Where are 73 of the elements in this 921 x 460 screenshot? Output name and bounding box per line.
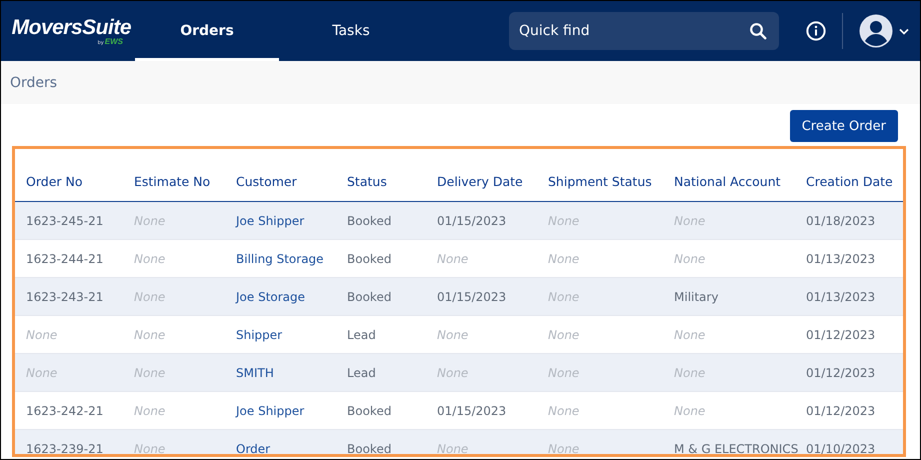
table-cell-text: Military (673, 290, 720, 304)
column-header[interactable]: Order No (15, 174, 123, 188)
table-cell-text: None (547, 442, 580, 454)
table-cell-text: None (547, 328, 580, 342)
table-cell-text: 1623-243-21 (25, 290, 104, 304)
table-cell-text: None (133, 290, 166, 304)
column-header[interactable]: Creation Date (795, 174, 891, 188)
avatar-icon[interactable] (859, 14, 893, 48)
customer-link[interactable]: Shipper (225, 328, 336, 342)
customer-link[interactable]: Joe Shipper (225, 214, 336, 228)
table-cell-text: Booked (346, 404, 392, 418)
table-cell-text: 1623-244-21 (25, 252, 104, 266)
table-cell-text: None (436, 442, 470, 454)
table-cell-text: None (673, 404, 706, 418)
search-icon (749, 22, 767, 40)
breadcrumb: Orders (10, 74, 58, 90)
table-cell-text: Booked (346, 290, 392, 304)
table-cell-text: Booked (346, 442, 392, 454)
search-field[interactable]: Quick find (509, 12, 779, 50)
table-cell-text: 01/15/2023 (436, 214, 508, 228)
table-cell-text: None (547, 290, 580, 304)
table-cell-text: 1623-242-21 (25, 404, 104, 418)
column-header[interactable]: Status (336, 174, 426, 188)
column-header[interactable]: Estimate No (123, 174, 225, 188)
table-cell-text: None (133, 252, 166, 266)
column-header[interactable]: Delivery Date (426, 174, 537, 188)
table-cell-text: 01/13/2023 (805, 252, 876, 266)
table-cell-text: 01/15/2023 (436, 404, 508, 418)
customer-link[interactable]: Joe Storage (225, 290, 336, 304)
table-cell-text: None (133, 442, 166, 454)
table-cell-text: None (133, 328, 166, 342)
table-cell-text: 1623-245-21 (25, 214, 104, 228)
table-cell-text: None (673, 214, 706, 228)
customer-link[interactable]: SMITH (225, 366, 336, 380)
table-cell-text: Booked (346, 214, 392, 228)
create-order-button[interactable]: Create Order (790, 110, 898, 142)
table-cell-text: 01/10/2023 (805, 442, 876, 454)
logo-text: MoversSuite (12, 16, 131, 38)
table-cell-text: None (547, 252, 580, 266)
table-cell-text: 01/13/2023 (805, 290, 876, 304)
table-cell-text: 01/12/2023 (805, 366, 876, 380)
table-cell-text: None (673, 366, 706, 380)
table-cell-text: 01/18/2023 (805, 214, 876, 228)
column-header[interactable]: National Account (663, 174, 795, 188)
table-cell-text: Lead (346, 366, 377, 380)
table-cell-text: 01/15/2023 (436, 290, 508, 304)
customer-link[interactable]: Joe Shipper (225, 404, 336, 418)
table-cell-text: 01/12/2023 (805, 328, 876, 342)
table-cell-text: None (25, 366, 58, 380)
customer-link[interactable]: Billing Storage (225, 252, 336, 266)
info-icon[interactable] (806, 21, 826, 41)
table-cell-text: None (673, 252, 706, 266)
table-cell-text: None (547, 366, 580, 380)
table-cell-text: None (547, 214, 580, 228)
table-cell-text: Booked (346, 252, 392, 266)
table-cell-text: None (133, 404, 166, 418)
caret-icon[interactable] (899, 28, 909, 34)
table-cell-text: None (436, 252, 470, 266)
table-cell-text: None (436, 366, 470, 380)
column-header[interactable]: Shipment Status (537, 174, 663, 188)
table-cell-text: None (133, 214, 166, 228)
table-cell-text: None (436, 328, 470, 342)
logo-brand: EWS (104, 38, 123, 46)
table-cell-text: 01/12/2023 (805, 404, 876, 418)
table-cell-text: None (25, 328, 58, 342)
table-cell-text: None (673, 328, 706, 342)
table-cell-text: None (133, 366, 166, 380)
table-cell-text: None (547, 404, 580, 418)
nav-tab[interactable]: Tasks (279, 1, 423, 61)
customer-link[interactable]: Order (225, 442, 336, 454)
table-cell-text: Lead (346, 328, 377, 342)
column-header[interactable]: Customer (225, 174, 336, 188)
table-cell-text: 1623-239-21 (25, 442, 104, 454)
